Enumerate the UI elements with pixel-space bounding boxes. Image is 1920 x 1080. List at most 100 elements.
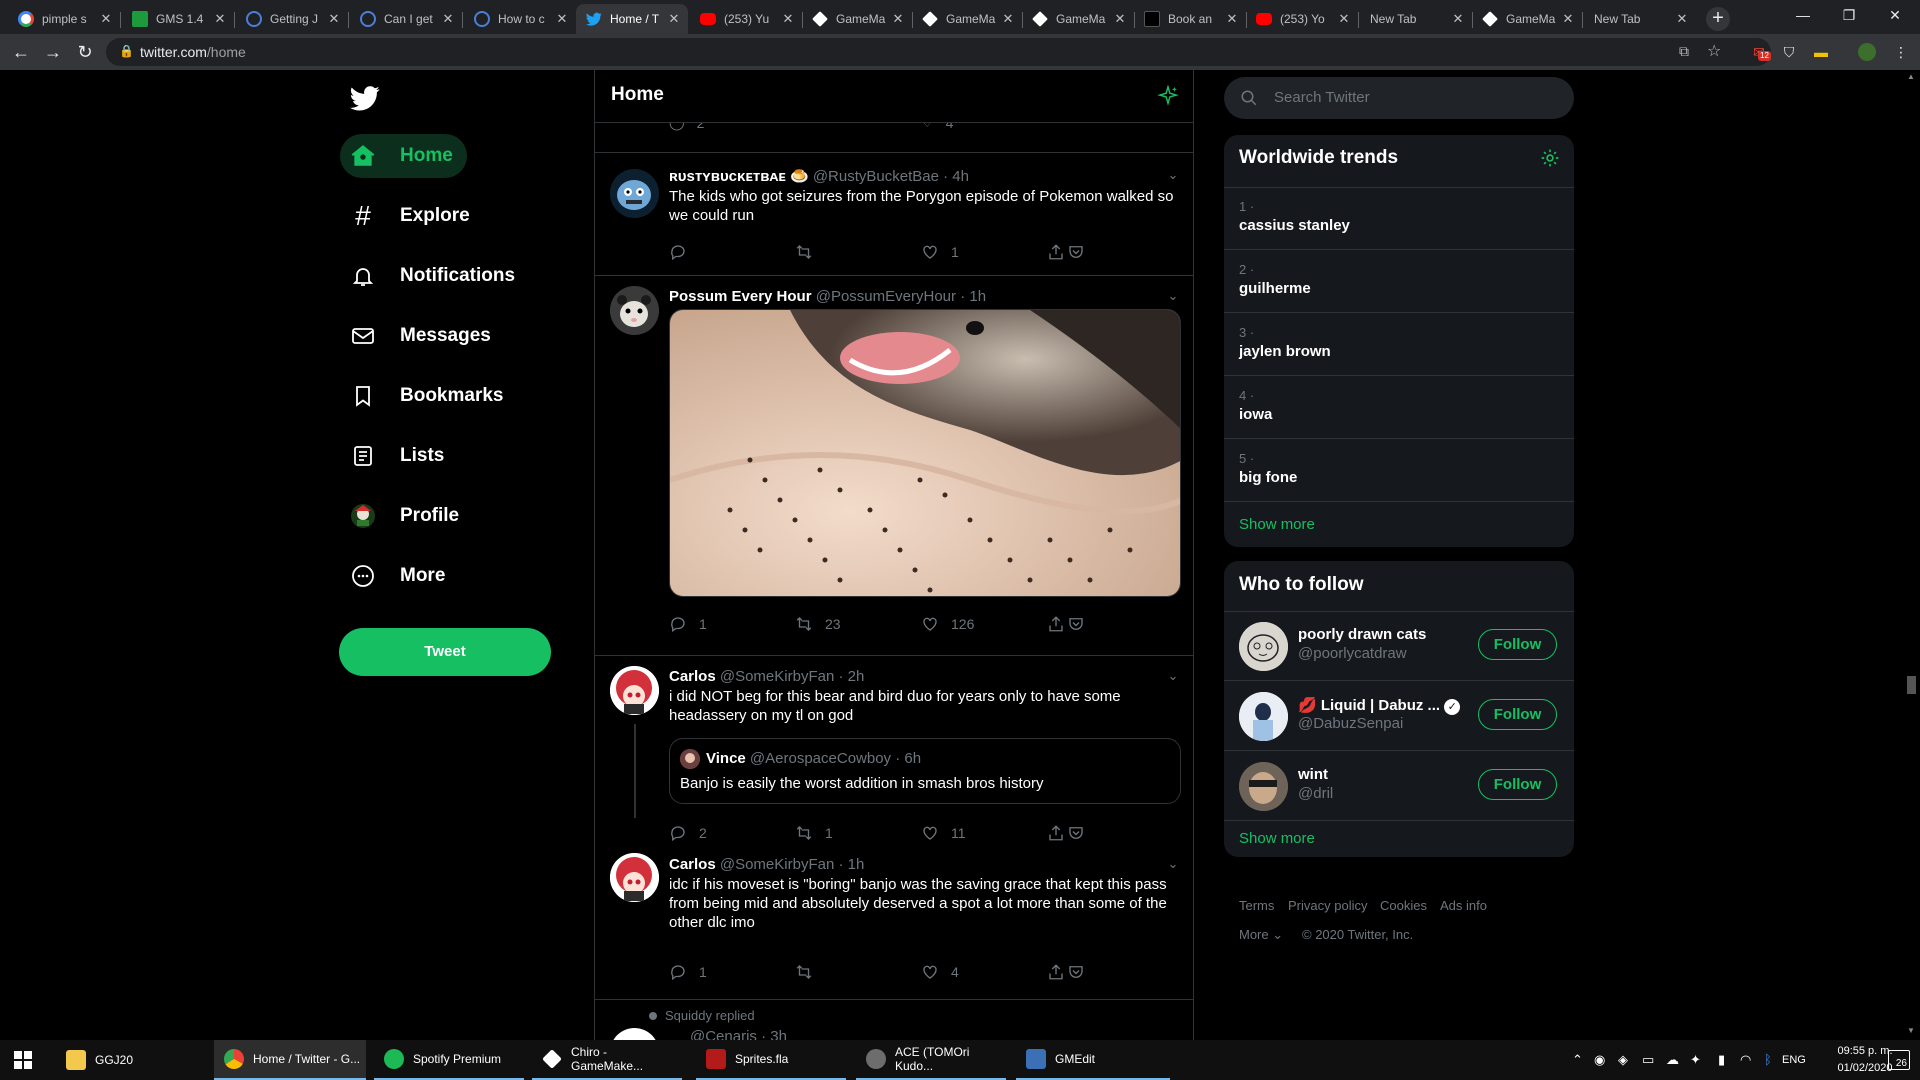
chevron-down-icon[interactable]: ⌄ [1165, 668, 1181, 684]
forward-arrow-icon[interactable]: → [41, 40, 65, 64]
bluetooth-icon[interactable]: ᛒ [1764, 1052, 1772, 1067]
trend-item[interactable]: 5 · big fone [1224, 439, 1574, 502]
retweet-button[interactable]: 1 [795, 824, 833, 842]
tray-app-icon[interactable]: ▭ [1642, 1052, 1654, 1068]
author-name[interactable]: Possum Every Hour [669, 288, 812, 305]
suggestion-name[interactable]: poorly drawn cats [1298, 626, 1426, 643]
taskbar-app[interactable]: Sprites.fla [696, 1040, 846, 1080]
author-handle[interactable]: @Cenaris · 3h [690, 1028, 787, 1040]
footer-link-privacy[interactable]: Privacy policy [1288, 898, 1367, 913]
close-icon[interactable]: ✕ [98, 11, 114, 27]
close-icon[interactable]: ✕ [326, 11, 342, 27]
retweet-button[interactable] [795, 243, 825, 261]
close-icon[interactable]: ✕ [212, 11, 228, 27]
gmail-extension-icon[interactable]: ✉ 12 [1750, 43, 1771, 61]
save-button[interactable] [1067, 963, 1097, 981]
trend-item[interactable]: 4 · iowa [1224, 376, 1574, 439]
avatar[interactable] [610, 853, 659, 902]
browser-tab[interactable]: Book an ✕ [1134, 4, 1247, 34]
suggestion-name[interactable]: 💋 Liquid | Dabuz ... ✓ [1298, 696, 1461, 715]
close-icon[interactable]: ✕ [1560, 11, 1576, 27]
trends-show-more-link[interactable]: Show more [1239, 516, 1315, 533]
avatar[interactable] [610, 169, 659, 218]
follow-suggestion[interactable]: 💋 Liquid | Dabuz ... ✓ @DabuzSenpai Foll… [1224, 681, 1574, 751]
avatar[interactable] [1239, 622, 1288, 671]
like-button[interactable]: 11 [921, 824, 966, 842]
author-handle[interactable]: @SomeKirbyFan [720, 668, 834, 685]
close-icon[interactable]: ✕ [1336, 11, 1352, 27]
like-button[interactable]: 4 [921, 963, 959, 981]
chevron-down-icon[interactable]: ⌄ [1165, 167, 1181, 183]
browser-tab[interactable]: New Tab ✕ [1360, 4, 1473, 34]
gear-icon[interactable] [1540, 148, 1560, 168]
scrollbar-thumb[interactable] [1907, 676, 1916, 694]
quote-tweet[interactable]: Vince @AerospaceCowboy · 6h Banjo is eas… [669, 738, 1181, 804]
follow-button[interactable]: Follow [1478, 769, 1557, 800]
nav-lists[interactable]: Lists [340, 434, 458, 478]
reply-button[interactable]: 1 [669, 963, 707, 981]
tweet-time[interactable]: · 1h [838, 856, 864, 873]
browser-tab-active[interactable]: Home / T ✕ [576, 4, 688, 34]
avatar[interactable] [610, 286, 659, 335]
scroll-up-icon[interactable]: ▲ [1907, 72, 1915, 81]
follow-suggestion[interactable]: poorly drawn cats @poorlycatdraw Follow [1224, 611, 1574, 681]
retweet-button[interactable] [795, 963, 825, 981]
save-button[interactable] [1067, 615, 1097, 633]
close-window-icon[interactable]: ✕ [1872, 0, 1918, 30]
taskbar-app[interactable]: GGJ20 [56, 1040, 206, 1080]
like-button[interactable]: 1 [921, 243, 959, 261]
trend-item[interactable]: 3 · jaylen brown [1224, 313, 1574, 376]
pocket-extension-icon[interactable]: ⛉ [1780, 43, 1798, 61]
taskbar-app[interactable]: Spotify Premium [374, 1040, 524, 1080]
menu-kebab-icon[interactable]: ⋮ [1892, 43, 1910, 61]
reload-icon[interactable]: ↻ [73, 40, 97, 64]
bookmark-star-icon[interactable]: ☆ [1707, 41, 1721, 61]
close-icon[interactable]: ✕ [890, 11, 906, 27]
language-indicator[interactable]: ENG [1782, 1054, 1806, 1066]
close-icon[interactable]: ✕ [780, 11, 796, 27]
avatar[interactable] [1239, 762, 1288, 811]
tweet[interactable]: ʀᴜsᴛʏʙᴜᴄᴋᴇᴛʙᴀᴇ 🍮 @RustyBucketBae · 4h ⌄ … [595, 154, 1193, 276]
taskbar-app[interactable]: GMEdit [1016, 1040, 1170, 1080]
close-icon[interactable]: ✕ [440, 11, 456, 27]
taskbar-app[interactable]: ACE (TOMOri Kudo... [856, 1040, 1006, 1080]
browser-tab[interactable]: How to c ✕ [464, 4, 576, 34]
save-button[interactable] [1067, 824, 1097, 842]
tweet-media-image[interactable] [669, 309, 1181, 597]
footer-link-ads[interactable]: Ads info [1440, 898, 1487, 913]
follow-button[interactable]: Follow [1478, 699, 1557, 730]
taskbar-app[interactable]: Chiro - GameMake... [532, 1040, 682, 1080]
start-button[interactable] [0, 1040, 46, 1080]
author-handle[interactable]: @RustyBucketBae [813, 168, 939, 185]
reply-button[interactable] [669, 243, 699, 261]
chevron-up-icon[interactable]: ⌃ [1572, 1052, 1583, 1068]
reply-button[interactable]: 1 [669, 615, 707, 633]
open-in-app-icon[interactable]: ⧉ [1679, 43, 1689, 60]
follow-button[interactable]: Follow [1478, 629, 1557, 660]
extension-icon[interactable]: ▬ [1812, 43, 1830, 61]
reply-button[interactable]: 2 [669, 824, 707, 842]
footer-more-button[interactable]: More ⌄ [1239, 927, 1283, 943]
close-icon[interactable]: ✕ [1112, 11, 1128, 27]
browser-tab[interactable]: Getting J ✕ [236, 4, 349, 34]
close-icon[interactable]: ✕ [1224, 11, 1240, 27]
like-button[interactable]: 126 [921, 615, 974, 633]
browser-tab[interactable]: GameMa ✕ [802, 4, 913, 34]
save-button[interactable] [1067, 243, 1097, 261]
twitter-logo-icon[interactable] [350, 83, 380, 113]
tweet-thread[interactable]: Carlos @SomeKirbyFan · 2h ⌄ i did NOT be… [595, 656, 1193, 1000]
close-icon[interactable]: ✕ [666, 11, 682, 27]
nav-bookmarks[interactable]: Bookmarks [340, 374, 518, 418]
browser-tab[interactable]: Can I get ✕ [350, 4, 463, 34]
close-icon[interactable]: ✕ [1674, 11, 1690, 27]
tweet[interactable]: Possum Every Hour @PossumEveryHour · 1h … [595, 276, 1193, 656]
browser-tab[interactable]: pimple s ✕ [8, 4, 121, 34]
cloud-icon[interactable]: ☁ [1666, 1052, 1679, 1068]
author-handle[interactable]: @PossumEveryHour [816, 288, 956, 305]
scrollbar[interactable]: ▲ ▼ [1903, 70, 1920, 1040]
new-tab-button[interactable]: + [1706, 7, 1730, 31]
scroll-down-icon[interactable]: ▼ [1907, 1026, 1915, 1035]
tweet-partial[interactable]: Squiddy replied @Cenaris · 3h [595, 1000, 1193, 1040]
retweet-button[interactable]: 23 [795, 615, 841, 633]
follow-suggestion[interactable]: wint @dril Follow [1224, 751, 1574, 821]
